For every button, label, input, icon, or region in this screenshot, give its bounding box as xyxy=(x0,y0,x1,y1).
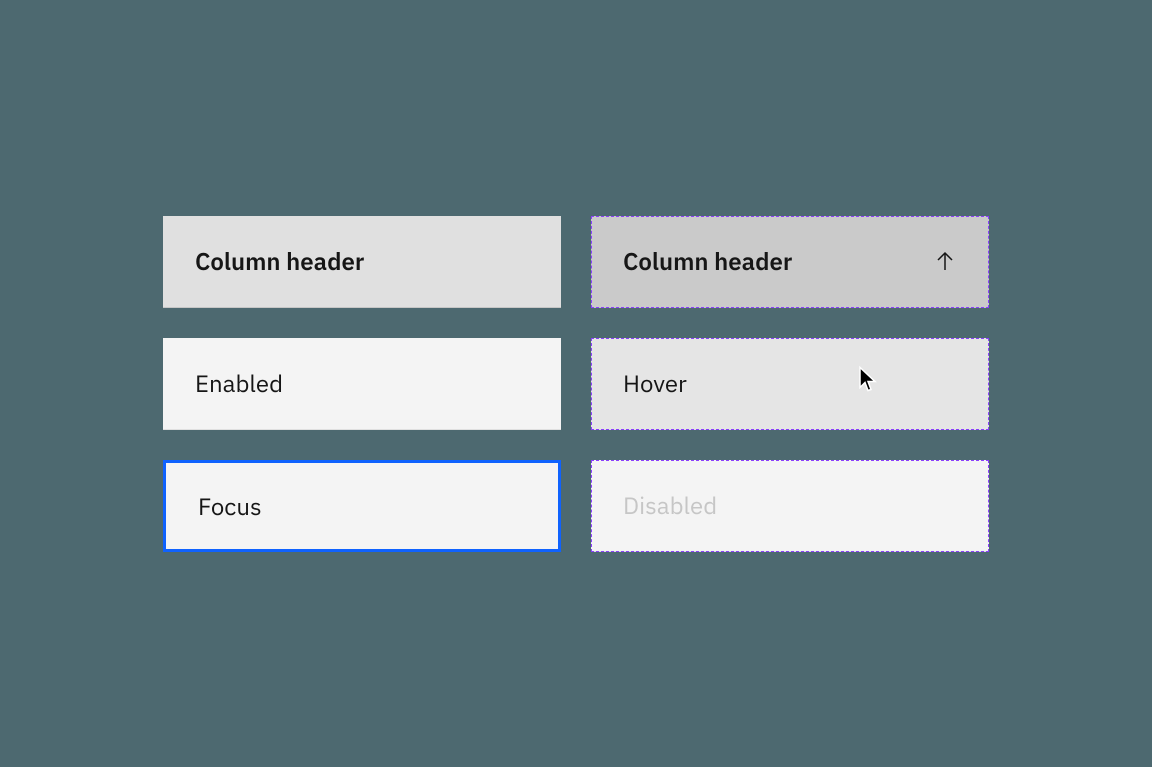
row-hover[interactable]: Hover xyxy=(591,338,989,430)
column-header-label: Column header xyxy=(623,245,792,277)
column-header-normal[interactable]: Column header xyxy=(163,216,561,308)
row-disabled: Disabled xyxy=(591,460,989,552)
arrow-up-icon xyxy=(933,249,957,273)
row-focus[interactable]: Focus xyxy=(163,460,561,552)
row-label: Enabled xyxy=(195,367,283,399)
column-header-hover[interactable]: Column header xyxy=(591,216,989,308)
cursor-icon xyxy=(857,366,879,401)
row-label: Hover xyxy=(623,367,687,399)
row-label: Disabled xyxy=(623,489,717,521)
row-label: Focus xyxy=(198,490,262,522)
row-enabled[interactable]: Enabled xyxy=(163,338,561,430)
column-header-label: Column header xyxy=(195,245,364,277)
